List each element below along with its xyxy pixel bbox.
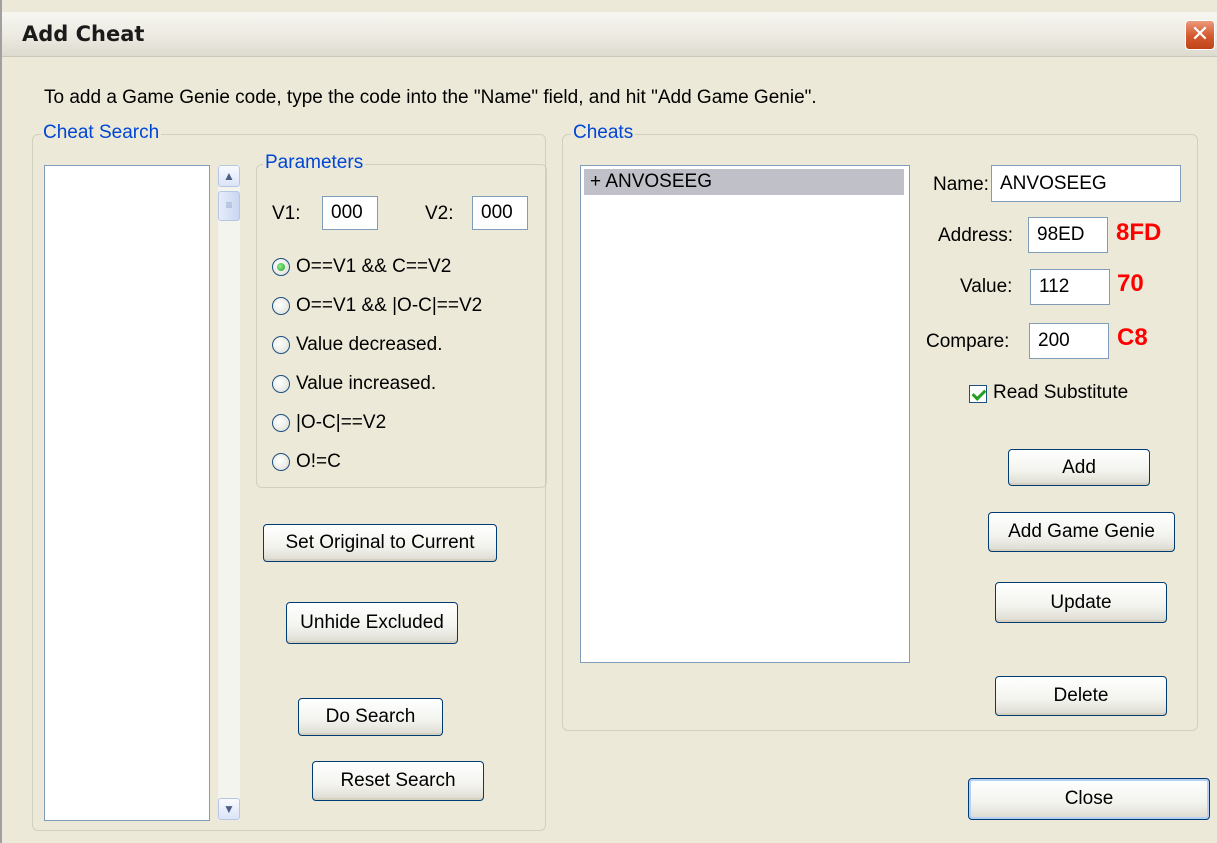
cheat-search-group: Cheat Search ▲ ≡ ▼ Parameters V1: V2: O=…	[32, 122, 547, 831]
cheats-list[interactable]: + ANVOSEEG	[580, 165, 910, 663]
compare-field[interactable]	[1029, 323, 1109, 359]
read-substitute-checkbox[interactable]	[969, 385, 987, 403]
cheats-group: Cheats + ANVOSEEG Name: Address: 8FD Val…	[562, 122, 1198, 731]
address-label: Address:	[938, 225, 1013, 246]
search-option-label: O==V1 && C==V2	[296, 256, 452, 277]
radio-unchecked-icon[interactable]	[272, 336, 290, 354]
radio-checked-icon[interactable]	[272, 258, 290, 276]
delete-button[interactable]: Delete	[995, 676, 1167, 716]
search-results-list[interactable]	[44, 165, 210, 821]
radio-unchecked-icon[interactable]	[272, 297, 290, 315]
close-button[interactable]: Close	[968, 778, 1210, 820]
search-results-scrollbar[interactable]: ▲ ≡ ▼	[218, 165, 240, 820]
address-field[interactable]	[1028, 217, 1108, 253]
compare-hex-annotation: C8	[1117, 324, 1148, 351]
search-option-label: O!=C	[296, 451, 341, 472]
search-option-label: Value decreased.	[296, 334, 443, 355]
scroll-down-icon[interactable]: ▼	[218, 798, 240, 820]
cheats-legend: Cheats	[571, 122, 636, 144]
name-field[interactable]	[991, 165, 1181, 202]
read-substitute-label: Read Substitute	[993, 382, 1129, 403]
parameters-group: Parameters V1: V2: O==V1 && C==V2 O==V1 &…	[256, 152, 547, 488]
v1-input[interactable]	[322, 196, 378, 230]
compare-label: Compare:	[926, 331, 1010, 352]
title-bar: Add Cheat ✕	[2, 12, 1217, 57]
do-search-button[interactable]: Do Search	[298, 698, 443, 736]
radio-unchecked-icon[interactable]	[272, 375, 290, 393]
add-button[interactable]: Add	[1008, 449, 1150, 486]
radio-unchecked-icon[interactable]	[272, 414, 290, 432]
v2-input[interactable]	[472, 196, 528, 230]
address-hex-annotation: 8FD	[1116, 219, 1162, 246]
search-option-label: O==V1 && |O-C|==V2	[296, 295, 483, 316]
close-window-icon[interactable]: ✕	[1185, 20, 1215, 50]
scroll-up-icon[interactable]: ▲	[218, 165, 240, 187]
search-option-label: |O-C|==V2	[296, 412, 387, 433]
update-button[interactable]: Update	[995, 582, 1167, 623]
scroll-thumb[interactable]: ≡	[218, 191, 240, 221]
cheat-search-legend: Cheat Search	[41, 122, 162, 144]
value-label: Value:	[960, 276, 1013, 297]
instruction-text: To add a Game Genie code, type the code …	[44, 87, 817, 108]
parameters-legend: Parameters	[263, 152, 366, 174]
value-hex-annotation: 70	[1117, 270, 1144, 297]
list-item[interactable]: + ANVOSEEG	[584, 169, 904, 195]
radio-unchecked-icon[interactable]	[272, 453, 290, 471]
reset-search-button[interactable]: Reset Search	[312, 761, 484, 801]
add-game-genie-button[interactable]: Add Game Genie	[988, 512, 1175, 552]
window-title: Add Cheat	[22, 22, 145, 46]
value-field[interactable]	[1030, 269, 1110, 305]
add-cheat-dialog: Add Cheat ✕ To add a Game Genie code, ty…	[0, 0, 1217, 843]
v2-label: V2:	[425, 203, 454, 224]
name-label: Name:	[933, 174, 989, 195]
search-option-label: Value increased.	[296, 373, 437, 394]
set-original-to-current-button[interactable]: Set Original to Current	[263, 524, 497, 562]
unhide-excluded-button[interactable]: Unhide Excluded	[286, 602, 458, 644]
v1-label: V1:	[272, 203, 301, 224]
